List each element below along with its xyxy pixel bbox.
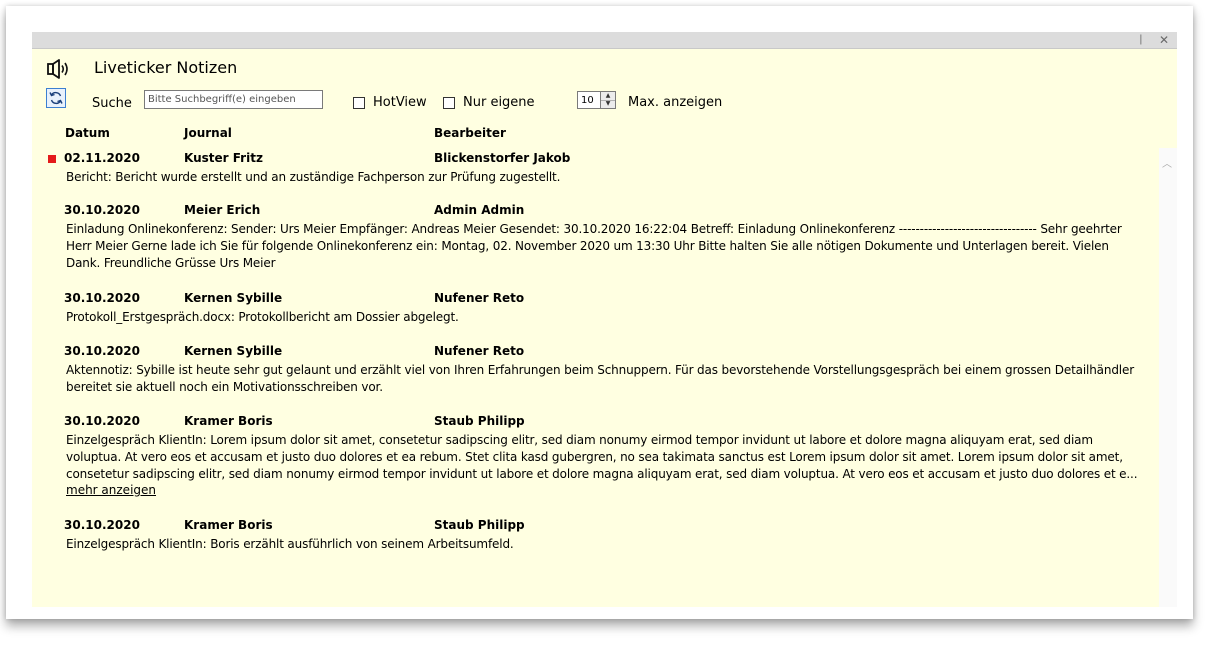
hotview-label[interactable]: HotView xyxy=(373,95,427,110)
pin-icon[interactable]: ❘ xyxy=(1133,32,1149,48)
max-count-stepper[interactable]: ▲ ▼ xyxy=(600,91,616,109)
search-label: Suche xyxy=(92,96,132,111)
show-more-link[interactable]: mehr anzeigen xyxy=(66,483,156,497)
entry-editor: Staub Philipp xyxy=(434,518,525,532)
entry-journal: Kramer Boris xyxy=(184,518,273,532)
column-header-editor[interactable]: Bearbeiter xyxy=(434,126,506,140)
entry-date: 30.10.2020 xyxy=(64,203,140,217)
entry-journal: Meier Erich xyxy=(184,203,261,217)
speaker-icon xyxy=(47,59,68,79)
refresh-button[interactable] xyxy=(46,88,66,108)
entry-text: Bericht: Bericht wurde erstellt und an z… xyxy=(66,170,561,184)
entry-journal: Kuster Fritz xyxy=(184,151,263,165)
close-icon[interactable]: ✕ xyxy=(1156,32,1172,48)
own-only-checkbox[interactable] xyxy=(443,97,455,109)
entry-journal: Kramer Boris xyxy=(184,414,273,428)
entry-date: 30.10.2020 xyxy=(64,344,140,358)
entry-text: Protokoll_Erstgespräch.docx: Protokollbe… xyxy=(66,310,459,324)
liveticker-panel: ❘ ✕ Liveticker Notizen Suche HotView Nur… xyxy=(32,32,1177,607)
entry-date: 30.10.2020 xyxy=(64,291,140,305)
entry-journal: Kernen Sybille xyxy=(184,344,283,358)
entry-text: Einzelgespräch KlientIn: Boris erzählt a… xyxy=(66,537,514,551)
entry-editor: Blickenstorfer Jakob xyxy=(434,151,571,165)
entry-text: Aktennotiz: Sybille ist heute sehr gut g… xyxy=(66,363,1135,394)
search-input[interactable] xyxy=(144,90,323,109)
page-title: Liveticker Notizen xyxy=(94,58,238,77)
hotview-checkbox[interactable] xyxy=(353,97,365,109)
entry-text: Einladung Onlinekonferenz: Sender: Urs M… xyxy=(66,222,1122,270)
vertical-scrollbar[interactable]: ︿ xyxy=(1159,148,1177,607)
column-header-date[interactable]: Datum xyxy=(65,126,110,140)
entry-editor: Nufener Reto xyxy=(434,344,525,358)
entry-date: 30.10.2020 xyxy=(64,414,140,428)
max-count-input[interactable] xyxy=(577,91,600,109)
entry-journal: Kernen Sybille xyxy=(184,291,283,305)
new-marker-icon xyxy=(48,155,56,163)
window-frame: ❘ ✕ Liveticker Notizen Suche HotView Nur… xyxy=(6,6,1193,619)
stepper-down-icon[interactable]: ▼ xyxy=(601,100,615,108)
panel-titlebar: ❘ ✕ xyxy=(32,32,1177,49)
entry-date: 30.10.2020 xyxy=(64,518,140,532)
max-count-label: Max. anzeigen xyxy=(628,95,723,110)
entry-editor: Nufener Reto xyxy=(434,291,525,305)
entry-editor: Staub Philipp xyxy=(434,414,525,428)
entry-date: 02.11.2020 xyxy=(64,151,140,165)
refresh-icon xyxy=(49,91,63,105)
column-header-journal[interactable]: Journal xyxy=(184,126,232,140)
own-only-label[interactable]: Nur eigene xyxy=(463,95,535,110)
entry-editor: Admin Admin xyxy=(434,203,525,217)
entry-text: Einzelgespräch KlientIn: Lorem ipsum dol… xyxy=(66,433,1138,481)
scroll-up-icon[interactable]: ︿ xyxy=(1162,160,1172,170)
